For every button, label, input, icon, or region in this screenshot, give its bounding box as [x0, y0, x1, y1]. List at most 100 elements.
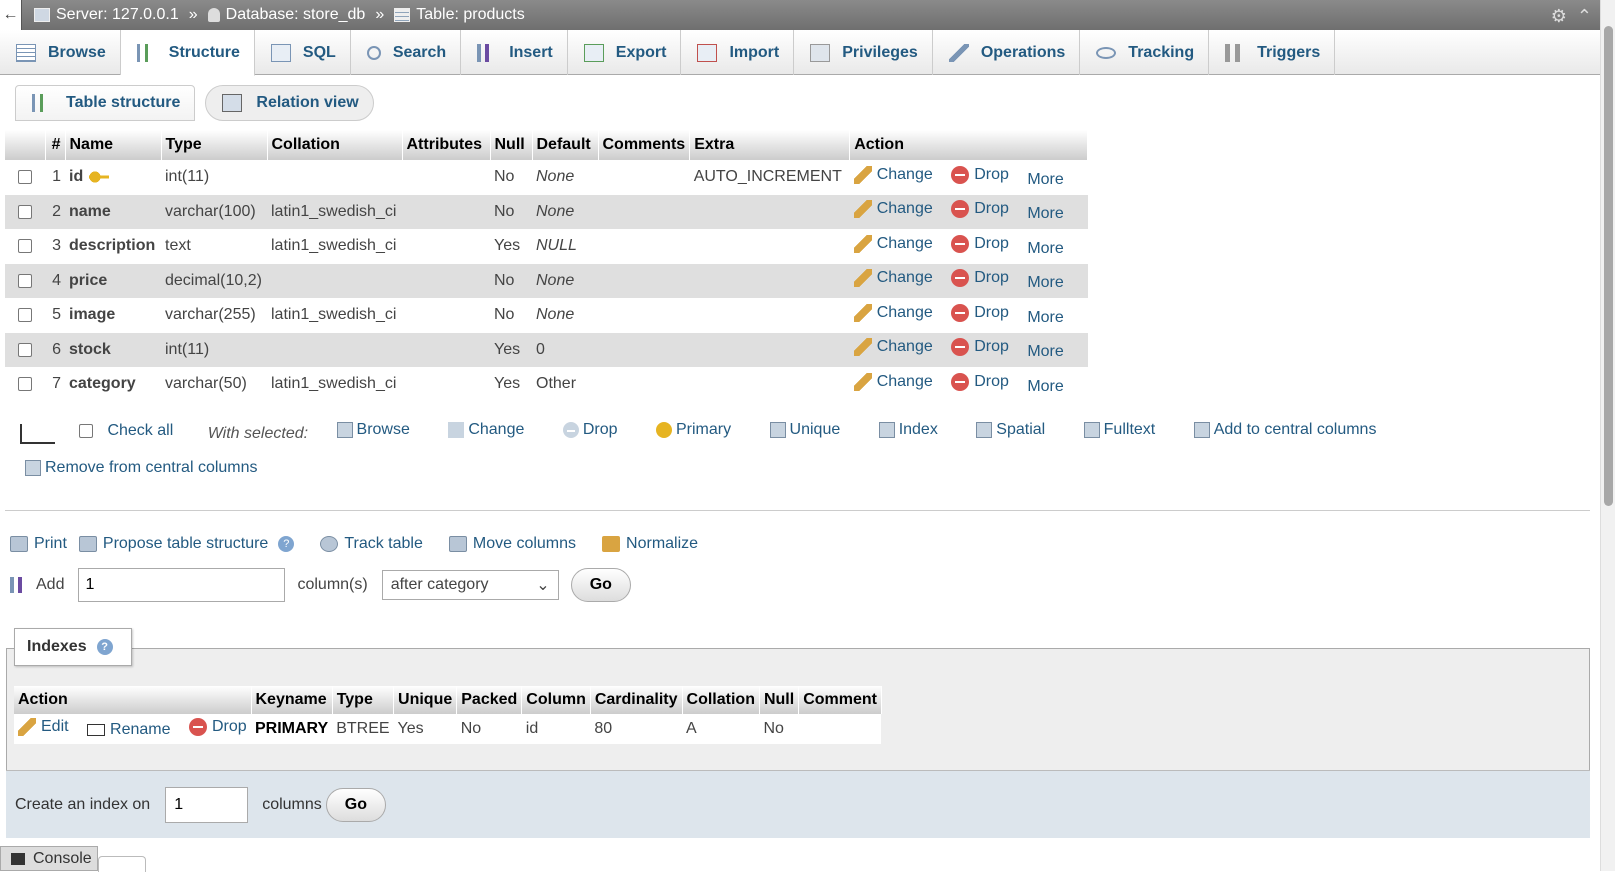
more-button[interactable]: More — [1027, 171, 1063, 189]
change-button[interactable]: Change — [853, 372, 933, 391]
tab-structure[interactable]: Structure — [120, 30, 255, 76]
breadcrumb-database[interactable]: Database: store_db — [207, 6, 366, 24]
bulk-index-button[interactable]: Index — [878, 413, 938, 447]
drop-button[interactable]: Drop — [951, 200, 1009, 219]
more-button[interactable]: More — [1027, 274, 1063, 292]
bulk-remove-central-button[interactable]: Remove from central columns — [25, 451, 258, 485]
create-index-go-button[interactable]: Go — [325, 787, 386, 822]
index-drop-button[interactable]: Drop — [188, 717, 247, 736]
drop-button[interactable]: Drop — [951, 372, 1009, 391]
help-icon[interactable]: ? — [96, 639, 113, 655]
tab-triggers[interactable]: Triggers — [1209, 30, 1336, 75]
normalize-link[interactable]: Normalize — [602, 535, 698, 553]
row-checkbox[interactable] — [18, 170, 32, 185]
console-toggle[interactable]: Console — [0, 846, 98, 871]
column-collation — [267, 160, 402, 195]
change-button[interactable]: Change — [853, 200, 933, 219]
tab-search[interactable]: Search — [351, 30, 462, 75]
change-button[interactable]: Change — [853, 234, 933, 253]
table-row[interactable]: 6 stock int(11) Yes 0 Change Drop More — [5, 332, 1088, 367]
tab-privileges[interactable]: Privileges — [794, 30, 933, 75]
header-attributes[interactable]: Attributes — [402, 130, 491, 160]
table-row[interactable]: 3 description text latin1_swedish_ci Yes… — [5, 229, 1088, 264]
key-icon — [655, 422, 672, 438]
index-edit-button[interactable]: Edit — [18, 717, 69, 736]
tab-insert[interactable]: Insert — [461, 30, 568, 75]
help-icon[interactable]: ? — [278, 536, 295, 552]
tab-operations[interactable]: Operations — [933, 30, 1081, 75]
tab-sql[interactable]: SQL — [255, 30, 351, 75]
gear-icon[interactable]: ⚙ — [1551, 6, 1567, 27]
table-row[interactable]: 5 image varchar(255) latin1_swedish_ci N… — [5, 298, 1088, 333]
tab-tracking[interactable]: Tracking — [1080, 30, 1210, 75]
header-collation[interactable]: Collation — [267, 130, 403, 160]
row-checkbox[interactable] — [18, 377, 32, 392]
index-rename-button[interactable]: Rename — [87, 721, 171, 739]
change-button[interactable]: Change — [853, 269, 933, 288]
create-index-count-input[interactable] — [165, 786, 249, 823]
bulk-primary-button[interactable]: Primary — [655, 413, 731, 447]
more-button[interactable]: More — [1027, 378, 1063, 396]
breadcrumb-server-label[interactable]: Server: 127.0.0.1 — [56, 6, 179, 24]
change-button[interactable]: Change — [853, 303, 933, 322]
tab-browse[interactable]: Browse — [0, 30, 121, 75]
more-button[interactable]: More — [1027, 240, 1063, 258]
breadcrumb-database-label[interactable]: Database: store_db — [226, 6, 366, 24]
check-all-checkbox[interactable] — [79, 424, 94, 438]
row-checkbox[interactable] — [18, 239, 32, 254]
add-columns-count-input[interactable] — [78, 568, 286, 602]
change-button[interactable]: Change — [853, 165, 933, 184]
more-button[interactable]: More — [1027, 205, 1063, 223]
collapse-icon[interactable]: ⌃ — [1577, 6, 1592, 27]
subtab-relation-view[interactable]: Relation view — [205, 85, 374, 121]
drop-button[interactable]: Drop — [951, 303, 1009, 322]
row-checkbox[interactable] — [18, 308, 32, 323]
bulk-fulltext-button[interactable]: Fulltext — [1083, 413, 1155, 447]
vertical-scrollbar[interactable] — [1600, 0, 1615, 871]
bulk-drop-button[interactable]: Drop — [562, 413, 618, 447]
drop-button[interactable]: Drop — [951, 165, 1009, 184]
header-name[interactable]: Name — [65, 130, 162, 160]
tab-import[interactable]: Import — [681, 30, 795, 75]
add-columns-position-select[interactable]: after category ⌄ — [381, 570, 559, 600]
breadcrumb-server[interactable]: Server: 127.0.0.1 — [34, 6, 179, 24]
bulk-spatial-button[interactable]: Spatial — [976, 413, 1045, 447]
more-button[interactable]: More — [1027, 309, 1063, 327]
more-button[interactable]: More — [1027, 343, 1063, 361]
row-checkbox[interactable] — [18, 204, 32, 219]
breadcrumb-table-label[interactable]: Table: products — [416, 6, 525, 24]
table-row[interactable]: 7 category varchar(50) latin1_swedish_ci… — [5, 367, 1088, 402]
drop-button[interactable]: Drop — [951, 269, 1009, 288]
bulk-change-button[interactable]: Change — [448, 413, 524, 447]
back-arrow-icon[interactable]: ← — [0, 0, 22, 30]
add-columns-go-button[interactable]: Go — [570, 568, 631, 602]
bulk-browse-button[interactable]: Browse — [336, 413, 410, 447]
console-secondary-tab[interactable] — [98, 856, 146, 872]
drop-button[interactable]: Drop — [951, 234, 1009, 253]
row-checkbox[interactable] — [18, 273, 32, 288]
header-default[interactable]: Default — [532, 130, 599, 160]
check-all-label[interactable]: Check all — [107, 414, 173, 448]
header-comments[interactable]: Comments — [598, 130, 691, 160]
change-button[interactable]: Change — [853, 338, 933, 357]
print-link[interactable]: Print — [10, 535, 67, 553]
subtab-table-structure[interactable]: Table structure — [15, 85, 196, 121]
move-columns-link[interactable]: Move columns — [448, 535, 576, 553]
propose-structure-link[interactable]: Propose table structure? — [78, 535, 295, 553]
tab-export[interactable]: Export — [568, 30, 682, 75]
drop-button[interactable]: Drop — [951, 338, 1009, 357]
track-table-link[interactable]: Track table — [320, 535, 423, 553]
check-all[interactable]: Check all — [79, 414, 173, 448]
table-row[interactable]: 4 price decimal(10,2) No None Change Dro… — [5, 263, 1088, 298]
header-num[interactable]: # — [45, 130, 66, 160]
row-checkbox[interactable] — [18, 342, 32, 357]
header-extra[interactable]: Extra — [689, 130, 851, 160]
breadcrumb-table[interactable]: Table: products — [394, 6, 525, 24]
bulk-unique-button[interactable]: Unique — [769, 413, 840, 447]
table-row[interactable]: 2 name varchar(100) latin1_swedish_ci No… — [5, 194, 1088, 229]
table-row[interactable]: 1 id int(11) No None AUTO_INCREMENT Chan… — [5, 160, 1088, 195]
bulk-add-central-button[interactable]: Add to central columns — [1193, 413, 1376, 447]
header-null[interactable]: Null — [490, 130, 533, 160]
scrollbar-thumb[interactable] — [1604, 26, 1613, 506]
header-type[interactable]: Type — [161, 130, 268, 160]
